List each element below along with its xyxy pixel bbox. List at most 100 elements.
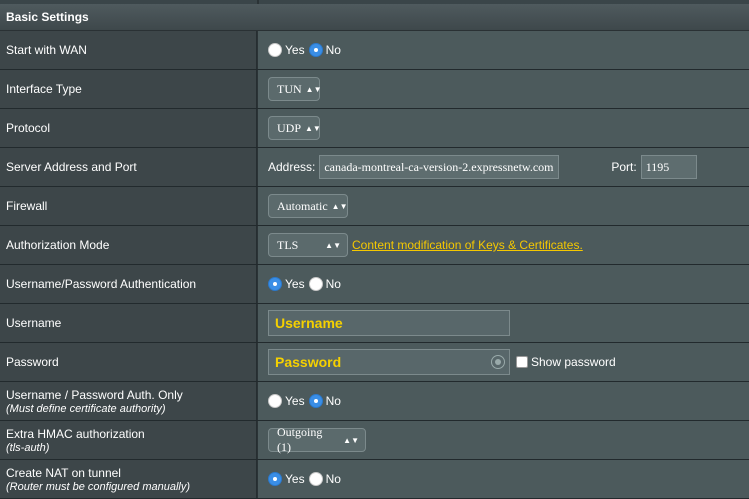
row-userpass-only: Username / Password Auth. Only (Must def… — [0, 382, 749, 421]
show-password-label: Show password — [531, 355, 616, 369]
row-value: Address: canada-montreal-ca-version-2.ex… — [258, 148, 749, 186]
label-text: Extra HMAC authorization — [6, 426, 145, 441]
row-value: TUN ▲▼ — [258, 70, 749, 108]
section-header: Basic Settings — [0, 4, 749, 31]
updown-arrow-icon: ▲▼ — [305, 123, 321, 133]
row-value: UDP ▲▼ — [258, 109, 749, 147]
nat-yes-radio[interactable]: Yes — [268, 472, 305, 486]
radio-icon — [268, 394, 282, 408]
row-label: Create NAT on tunnel (Router must be con… — [0, 460, 257, 498]
updown-arrow-icon: ▲▼ — [331, 201, 348, 211]
label-text: Authorization Mode — [6, 238, 110, 252]
radio-label: Yes — [285, 43, 305, 57]
label-text: Interface Type — [6, 82, 82, 96]
radio-label: No — [325, 394, 341, 408]
label-subtext: (Router must be configured manually) — [6, 480, 191, 493]
row-username: Username Username — [0, 304, 749, 343]
label-text: Create NAT on tunnel — [6, 465, 121, 480]
start-wan-yes-radio[interactable]: Yes — [268, 43, 305, 57]
row-value: Password Show password — [258, 343, 749, 381]
keys-certificates-link[interactable]: Content modification of Keys & Certifica… — [352, 238, 583, 252]
row-label: Interface Type — [0, 70, 257, 108]
select-value: Outgoing (1) — [277, 425, 323, 454]
updown-arrow-icon: ▲▼ — [343, 435, 359, 445]
label-subtext: (tls-auth) — [6, 441, 50, 454]
radio-selected-icon — [308, 43, 323, 57]
row-password: Password Password Show password — [0, 343, 749, 382]
show-password-checkbox[interactable] — [516, 356, 528, 368]
label-text: Username/Password Authentication — [6, 277, 197, 291]
row-value: Outgoing (1) ▲▼ — [258, 421, 749, 459]
row-server-address: Server Address and Port Address: canada-… — [0, 148, 749, 187]
label-text: Username — [6, 316, 62, 330]
label-text: Server Address and Port — [6, 160, 137, 174]
row-authorization-mode: Authorization Mode TLS ▲▼ Content modific… — [0, 226, 749, 265]
settings-table: Start with WAN Yes No Interface Type TUN… — [0, 31, 749, 499]
userpass-auth-yes-radio[interactable]: Yes — [268, 277, 305, 291]
nat-no-radio[interactable]: No — [308, 472, 341, 486]
radio-label: No — [325, 277, 341, 291]
hmac-select[interactable]: Outgoing (1) ▲▼ — [268, 425, 366, 454]
firewall-select[interactable]: Automatic ▲▼ — [268, 194, 348, 218]
label-subtext: (Must define certificate authority) — [6, 402, 166, 415]
label-text: Start with WAN — [6, 43, 87, 57]
updown-arrow-icon: ▲▼ — [325, 240, 341, 250]
radio-icon — [308, 277, 323, 291]
row-label: Protocol — [0, 109, 257, 147]
password-value: Password — [275, 354, 342, 370]
radio-selected-icon — [268, 472, 282, 486]
label-text: Username / Password Auth. Only — [6, 387, 183, 402]
radio-label: No — [325, 43, 341, 57]
row-label: Username/Password Authentication — [0, 265, 257, 303]
select-value: TLS — [277, 237, 299, 252]
row-value: Automatic ▲▼ — [258, 187, 749, 225]
userpass-only-yes-radio[interactable]: Yes — [268, 394, 305, 408]
row-value: Yes No — [258, 265, 749, 303]
row-label: Extra HMAC authorization (tls-auth) — [0, 421, 257, 459]
address-label: Address: — [268, 160, 316, 174]
select-value: TUN — [277, 81, 302, 96]
radio-selected-icon — [268, 277, 282, 291]
radio-selected-icon — [308, 394, 323, 408]
row-value: Yes No — [258, 460, 749, 498]
row-label: Username / Password Auth. Only (Must def… — [0, 382, 257, 420]
row-protocol: Protocol UDP ▲▼ — [0, 109, 749, 148]
label-text: Protocol — [6, 121, 51, 135]
radio-label: No — [325, 472, 341, 486]
auth-mode-select[interactable]: TLS ▲▼ — [268, 233, 348, 257]
radio-label: Yes — [285, 277, 305, 291]
userpass-only-no-radio[interactable]: No — [308, 394, 341, 408]
row-label: Username — [0, 304, 257, 342]
select-value: Automatic — [277, 198, 328, 213]
row-label: Server Address and Port — [0, 148, 257, 186]
row-interface-type: Interface Type TUN ▲▼ — [0, 70, 749, 109]
port-value: 1195 — [645, 159, 670, 174]
row-label: Firewall — [0, 187, 257, 225]
protocol-select[interactable]: UDP ▲▼ — [268, 116, 321, 140]
row-value: TLS ▲▼ Content modification of Keys & Cer… — [258, 226, 749, 264]
username-input[interactable]: Username — [268, 310, 510, 336]
radio-label: Yes — [285, 472, 305, 486]
eye-icon[interactable] — [491, 355, 505, 369]
row-value: Yes No — [258, 31, 749, 69]
label-text: Password — [6, 355, 59, 369]
server-address-input[interactable]: canada-montreal-ca-version-2.expressnetw… — [319, 155, 560, 179]
interface-type-select[interactable]: TUN ▲▼ — [268, 77, 322, 101]
row-value: Username — [258, 304, 749, 342]
start-wan-no-radio[interactable]: No — [308, 43, 341, 57]
row-create-nat: Create NAT on tunnel (Router must be con… — [0, 460, 749, 499]
row-label: Start with WAN — [0, 31, 257, 69]
radio-icon — [268, 43, 282, 57]
server-port-input[interactable]: 1195 — [640, 155, 697, 179]
row-start-with-wan: Start with WAN Yes No — [0, 31, 749, 70]
userpass-auth-no-radio[interactable]: No — [308, 277, 341, 291]
port-label: Port: — [611, 160, 637, 174]
row-hmac: Extra HMAC authorization (tls-auth) Outg… — [0, 421, 749, 460]
row-label: Password — [0, 343, 257, 381]
radio-label: Yes — [285, 394, 305, 408]
row-userpass-auth: Username/Password Authentication Yes No — [0, 265, 749, 304]
row-value: Yes No — [258, 382, 749, 420]
updown-arrow-icon: ▲▼ — [305, 84, 322, 94]
password-input[interactable]: Password — [268, 349, 510, 375]
address-value: canada-montreal-ca-version-2.expressnetw… — [324, 159, 554, 174]
